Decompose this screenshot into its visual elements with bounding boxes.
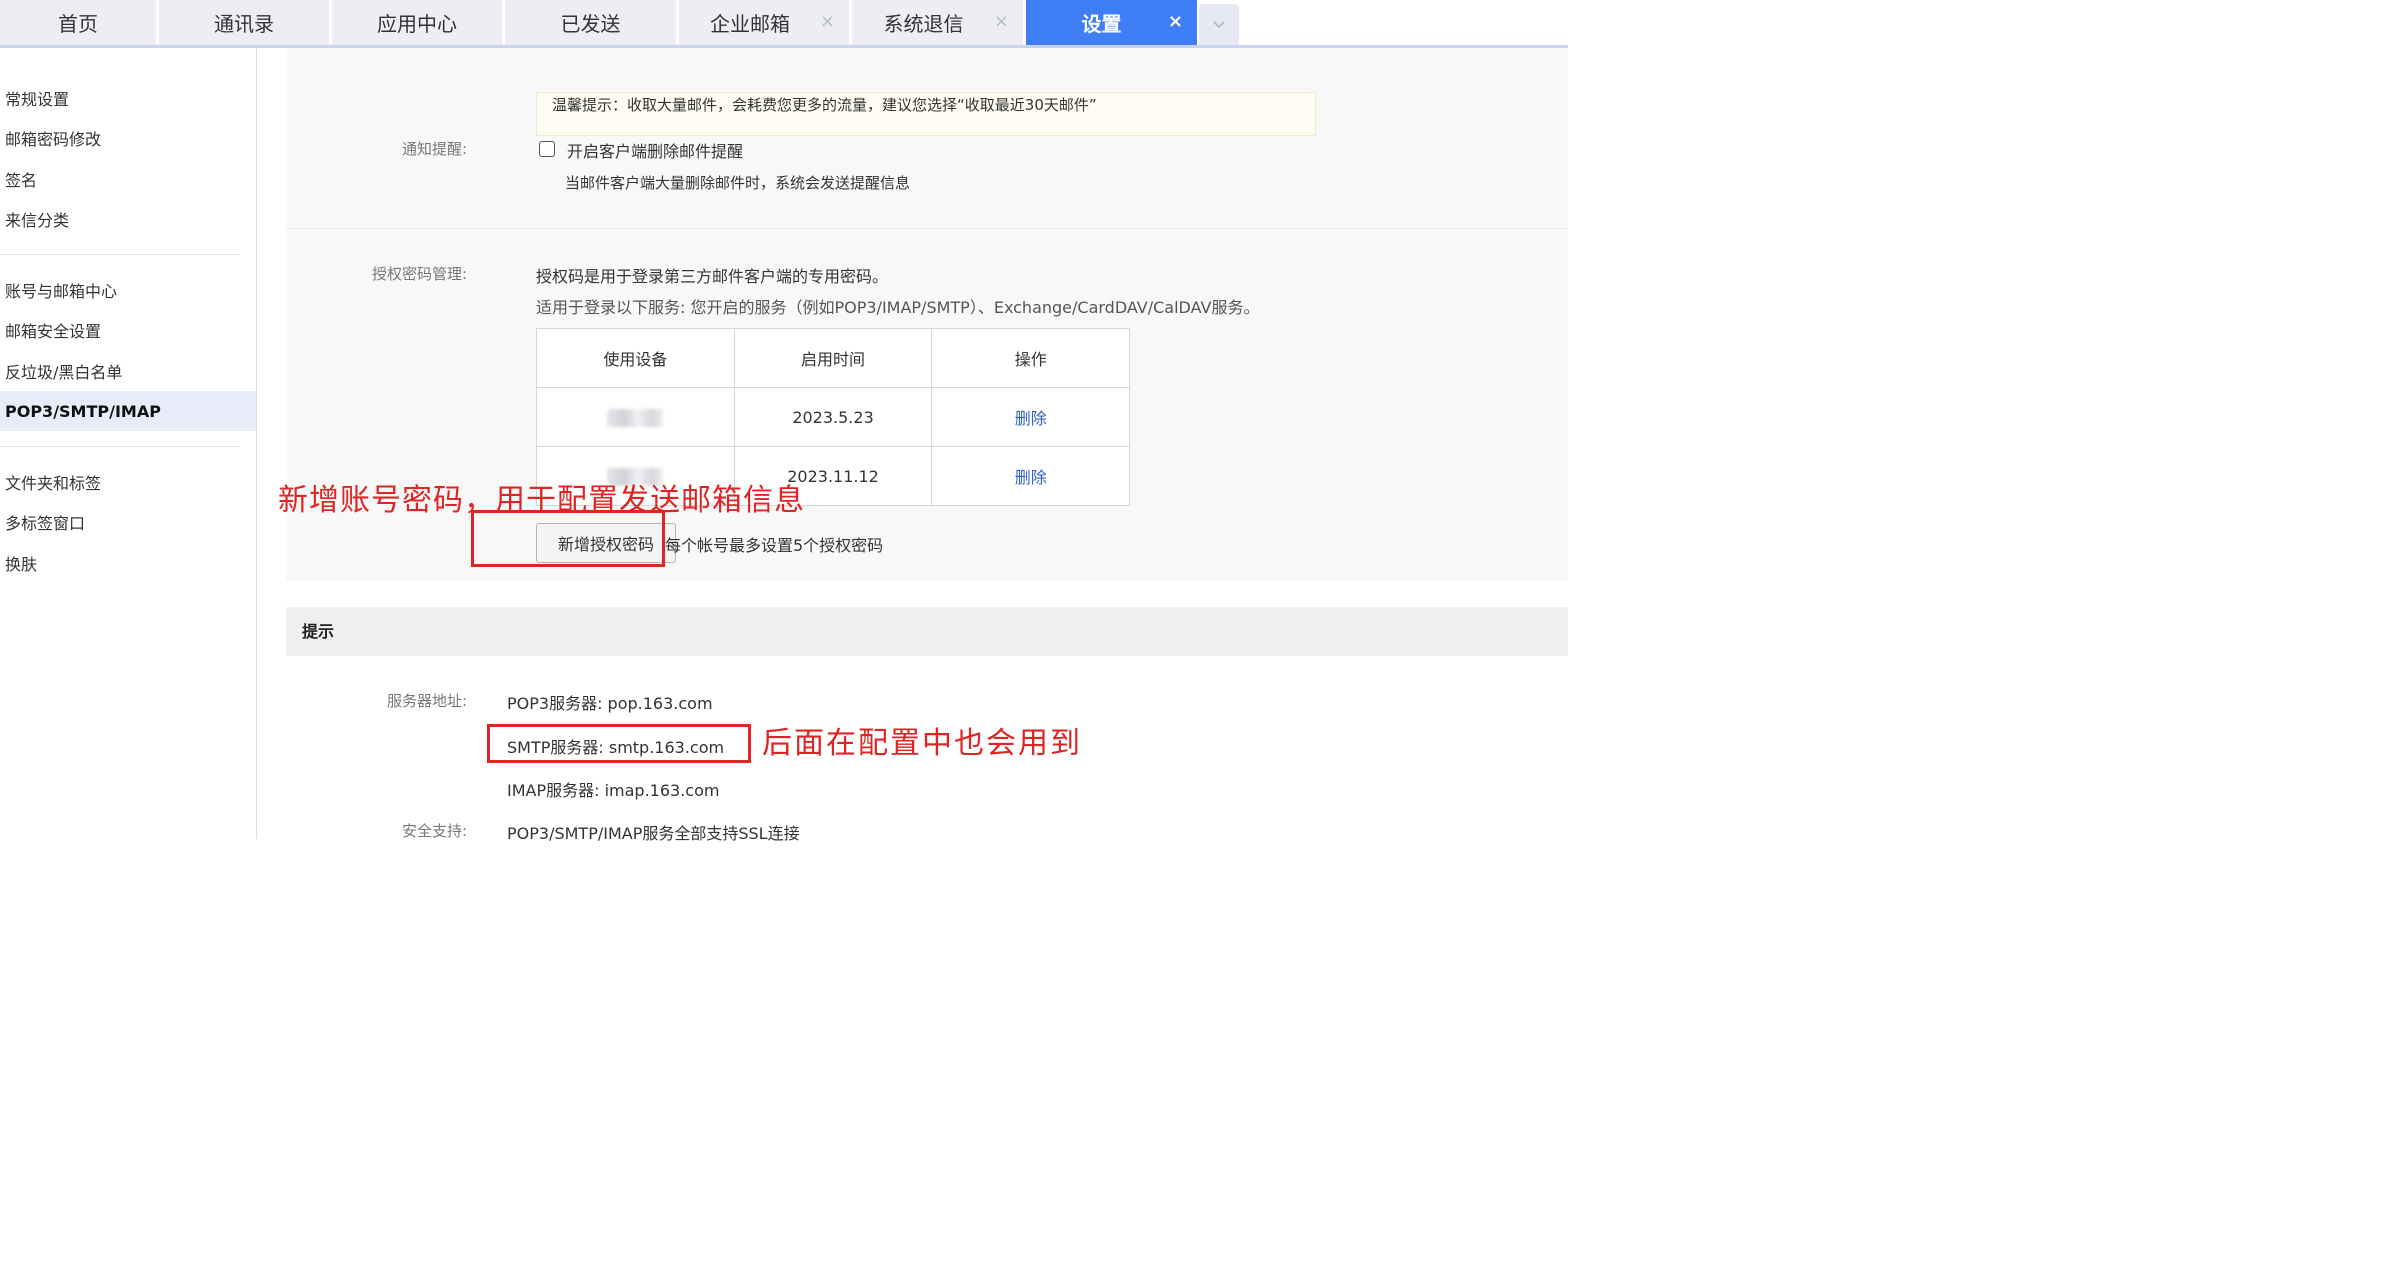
sidebar-item-label: 多标签窗口 — [5, 514, 86, 533]
tab-contacts[interactable]: 通讯录 — [159, 0, 329, 45]
notify-checkbox[interactable] — [539, 141, 555, 157]
sidebar-item-label: 反垃圾/黑白名单 — [5, 363, 123, 382]
auth-desc-secondary: 适用于登录以下服务: 您开启的服务（例如POP3/IMAP/SMTP）、Exch… — [536, 298, 1260, 317]
tab-sent[interactable]: 已发送 — [505, 0, 676, 45]
tab-label: 首页 — [58, 12, 98, 36]
delete-link[interactable]: 删除 — [931, 387, 1130, 447]
sidebar-divider — [0, 254, 240, 255]
pop3-server: POP3服务器: pop.163.com — [507, 694, 713, 713]
sidebar-item-label: 邮箱安全设置 — [5, 322, 102, 341]
hint-section-header: 提示 — [286, 607, 1568, 656]
sidebar-item-label: 换肤 — [5, 555, 38, 574]
sidebar-item-general[interactable]: 常规设置 — [0, 78, 256, 118]
close-icon[interactable]: × — [1168, 11, 1183, 33]
sidebar-item-label: 签名 — [5, 171, 38, 190]
table-header-row: 使用设备 启用时间 操作 — [536, 328, 1130, 388]
sidebar-item-security[interactable]: 邮箱安全设置 — [0, 310, 256, 350]
tab-label: 企业邮箱 — [710, 12, 790, 36]
device-cell — [536, 387, 735, 447]
tab-bar: 首页 通讯录 应用中心 已发送 企业邮箱 × 系统退信 × 设置 × — [0, 0, 1568, 48]
sidebar-item-folders-tags[interactable]: 文件夹和标签 — [0, 462, 256, 502]
tab-label: 通讯录 — [214, 12, 274, 36]
sidebar: 常规设置 邮箱密码修改 签名 来信分类 账号与邮箱中心 邮箱安全设置 反垃圾/黑… — [0, 48, 257, 839]
annotation-text: 新增账号密码，用于配置发送邮箱信息 — [278, 483, 805, 518]
tab-system-bounce[interactable]: 系统退信 × — [852, 0, 1023, 45]
notify-checkbox-label[interactable]: 开启客户端删除邮件提醒 — [567, 138, 743, 162]
sidebar-item-signature[interactable]: 签名 — [0, 159, 256, 199]
auth-label: 授权密码管理: — [371, 265, 467, 283]
tab-label: 系统退信 — [883, 12, 964, 36]
notify-desc: 当邮件客户端大量删除邮件时，系统会发送提醒信息 — [565, 174, 911, 192]
main-content: 温馨提示：收取大量邮件，会耗费您更多的流量，建议您选择“收取最近30天邮件” 通… — [257, 48, 1568, 843]
tab-home[interactable]: 首页 — [0, 0, 156, 45]
notify-label: 通知提醒: — [401, 140, 467, 158]
annotation-highlight-box — [487, 724, 751, 763]
tab-overflow-button[interactable] — [1199, 4, 1239, 45]
tip-banner: 温馨提示：收取大量邮件，会耗费您更多的流量，建议您选择“收取最近30天邮件” — [536, 92, 1316, 136]
sidebar-item-label: POP3/SMTP/IMAP — [5, 401, 161, 421]
sidebar-item-pop3-smtp-imap[interactable]: POP3/SMTP/IMAP — [0, 391, 256, 431]
tab-app-center[interactable]: 应用中心 — [332, 0, 502, 45]
sidebar-item-label: 常规设置 — [5, 90, 70, 109]
column-header-action: 操作 — [931, 328, 1130, 388]
tab-label: 应用中心 — [377, 12, 457, 36]
annotation-text: 后面在配置中也会用到 — [762, 726, 1082, 761]
table-row: 2023.5.23 删除 — [536, 387, 1130, 447]
sidebar-item-antispam[interactable]: 反垃圾/黑白名单 — [0, 351, 256, 391]
sidebar-item-skin[interactable]: 换肤 — [0, 543, 256, 583]
auth-limit-note: 每个帐号最多设置5个授权密码 — [665, 536, 884, 555]
security-label: 安全支持: — [401, 822, 467, 840]
tab-enterprise-mail[interactable]: 企业邮箱 × — [679, 0, 849, 45]
column-header-device: 使用设备 — [536, 328, 735, 388]
security-value: POP3/SMTP/IMAP服务全部支持SSL连接 — [507, 824, 800, 843]
tab-label: 已发送 — [560, 12, 621, 36]
sidebar-item-account-center[interactable]: 账号与邮箱中心 — [0, 270, 256, 310]
section-divider — [286, 228, 1568, 229]
auth-desc-primary: 授权码是用于登录第三方邮件客户端的专用密码。 — [536, 267, 889, 286]
sidebar-item-mail-filter[interactable]: 来信分类 — [0, 199, 256, 239]
sidebar-item-label: 来信分类 — [5, 211, 70, 230]
close-icon[interactable]: × — [820, 11, 835, 33]
server-label: 服务器地址: — [386, 692, 467, 710]
sidebar-item-label: 文件夹和标签 — [5, 474, 102, 493]
sidebar-item-label: 账号与邮箱中心 — [5, 282, 118, 301]
tab-settings[interactable]: 设置 × — [1026, 0, 1197, 45]
sidebar-item-label: 邮箱密码修改 — [5, 130, 102, 149]
tab-label: 设置 — [1081, 12, 1122, 36]
sidebar-item-password[interactable]: 邮箱密码修改 — [0, 118, 256, 158]
delete-link[interactable]: 删除 — [931, 446, 1130, 506]
tip-text: 温馨提示：收取大量邮件，会耗费您更多的流量，建议您选择“收取最近30天邮件” — [552, 96, 1097, 114]
column-header-time: 启用时间 — [733, 328, 933, 388]
blurred-device-name — [607, 408, 664, 427]
close-icon[interactable]: × — [994, 11, 1009, 33]
chevron-down-icon — [1213, 20, 1225, 28]
sidebar-divider — [0, 446, 240, 447]
sidebar-item-multi-tab[interactable]: 多标签窗口 — [0, 502, 256, 542]
time-cell: 2023.5.23 — [733, 387, 933, 447]
imap-server: IMAP服务器: imap.163.com — [507, 781, 720, 800]
